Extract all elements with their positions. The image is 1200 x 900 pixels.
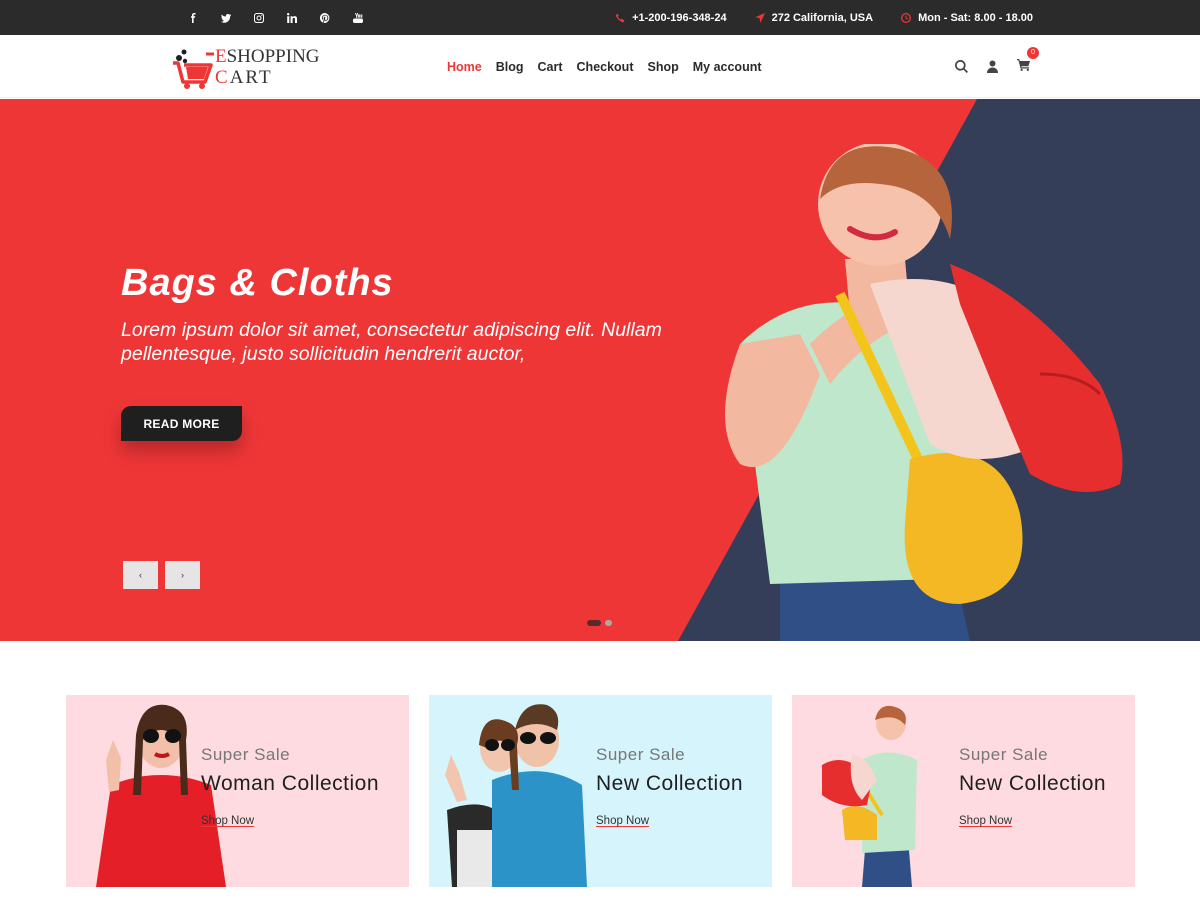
linkedin-icon[interactable]	[275, 0, 308, 35]
banner-shop-now-link[interactable]: Shop Now	[596, 815, 649, 827]
banner-subtitle: Super Sale	[596, 745, 686, 764]
location-arrow-icon	[754, 12, 765, 23]
pinterest-icon[interactable]	[308, 0, 341, 35]
hours-text: Mon - Sat: 8.00 - 18.00	[918, 11, 1033, 24]
hero-slider: Bags & Cloths Lorem ipsum dolor sit amet…	[0, 99, 1200, 641]
phone-icon	[616, 12, 625, 22]
slider-dots	[587, 620, 612, 626]
banner-subtitle: Super Sale	[959, 745, 1049, 764]
banner-bags-image	[822, 705, 917, 887]
phone-info[interactable]: +1-200-196-348-24	[615, 12, 727, 24]
cart-count-badge: 0	[1027, 46, 1039, 59]
banner-shop-now-link[interactable]: Shop Now	[201, 815, 254, 827]
nav-blog[interactable]: Blog	[489, 60, 531, 74]
phone-number: +1-200-196-348-24	[632, 11, 727, 24]
promo-banner-couple[interactable]: Super Sale New Collection Shop Now	[429, 695, 772, 887]
slider-dot-2[interactable]	[605, 620, 612, 626]
banner-title: New Collection	[596, 772, 744, 795]
promo-banner-bags[interactable]: Super Sale New Collection Shop Now	[792, 695, 1135, 887]
user-icon[interactable]	[986, 60, 999, 73]
site-logo[interactable]: ESHOPPING CART	[172, 43, 322, 91]
slider-prev-button[interactable]: ‹	[123, 561, 158, 589]
address-info: 272 California, USA	[754, 11, 874, 24]
search-icon[interactable]	[955, 60, 968, 73]
youtube-icon[interactable]	[341, 0, 374, 35]
main-nav: Home Blog Cart Checkout Shop My account	[447, 35, 769, 98]
promo-banner-woman[interactable]: Super Sale Woman Collection Shop Now	[66, 695, 409, 887]
instagram-icon[interactable]	[242, 0, 275, 35]
banner-shop-now-link[interactable]: Shop Now	[959, 815, 1012, 827]
twitter-icon[interactable]	[209, 0, 242, 35]
banner-couple-image	[445, 704, 587, 887]
logo-line-2: CART	[215, 67, 273, 88]
nav-shop[interactable]: Shop	[640, 60, 685, 74]
clock-icon	[901, 12, 912, 23]
cart-logo-icon	[173, 49, 214, 89]
hero-text: Lorem ipsum dolor sit amet, consectetur …	[121, 319, 662, 365]
contact-info: +1-200-196-348-24 272 California, USA Mo…	[615, 0, 1033, 35]
banner-title: Woman Collection	[201, 772, 380, 795]
read-more-button[interactable]: READ MORE	[121, 406, 242, 441]
logo-line-1: ESHOPPING	[215, 46, 320, 67]
top-bar: +1-200-196-348-24 272 California, USA Mo…	[0, 0, 1200, 35]
hero-model-image	[725, 144, 1123, 641]
cart-icon	[1017, 58, 1030, 71]
social-links	[176, 0, 374, 35]
nav-checkout[interactable]: Checkout	[570, 60, 641, 74]
nav-home[interactable]: Home	[447, 60, 489, 74]
address-text: 272 California, USA	[771, 11, 874, 24]
facebook-icon[interactable]	[176, 0, 209, 35]
site-header: ESHOPPING CART Home Blog Cart Checkout S…	[0, 35, 1200, 98]
nav-my-account[interactable]: My account	[686, 60, 769, 74]
header-icons: 0	[955, 35, 1039, 98]
hero-title: Bags & Cloths	[121, 262, 394, 304]
banner-title: New Collection	[959, 772, 1107, 795]
header-cart[interactable]: 0	[1017, 46, 1039, 76]
banner-subtitle: Super Sale	[201, 745, 291, 764]
hours-info: Mon - Sat: 8.00 - 18.00	[901, 12, 1033, 24]
slider-next-button[interactable]: ›	[165, 561, 200, 589]
slider-dot-1[interactable]	[587, 620, 601, 626]
nav-cart[interactable]: Cart	[531, 60, 570, 74]
